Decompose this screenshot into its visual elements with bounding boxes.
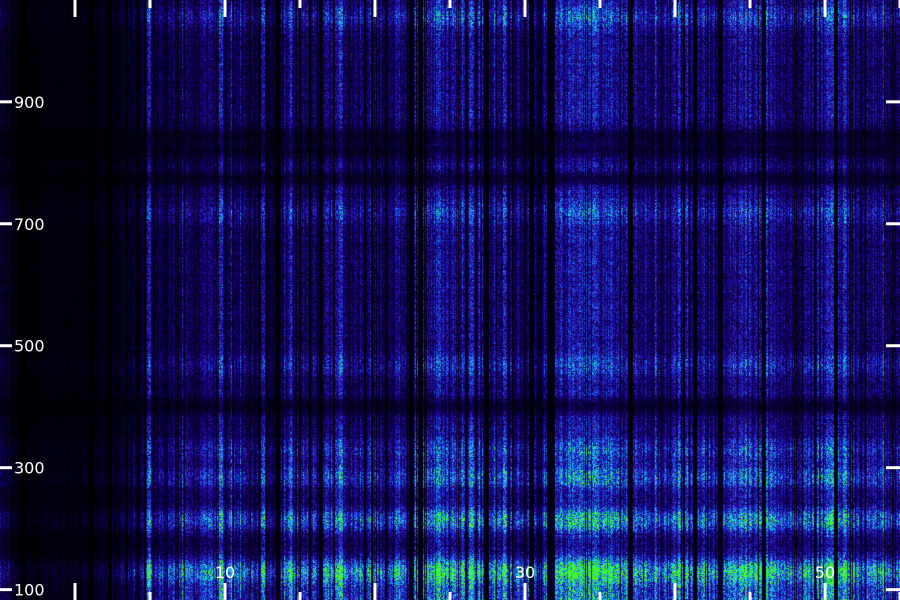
y-tick-label: 300 <box>14 459 45 478</box>
x-tick-label: 10 <box>215 563 235 582</box>
y-tick-label: 500 <box>14 337 45 356</box>
x-tick-label: 30 <box>515 563 535 582</box>
y-tick-label: 900 <box>14 93 45 112</box>
y-tick-label: 100 <box>14 581 45 600</box>
y-tick-label: 700 <box>14 215 45 234</box>
tick-labels: 10 30 50 100 300 500 700 900 <box>14 93 835 600</box>
y-axis-ticks <box>0 100 900 592</box>
x-axis-ticks <box>73 0 900 600</box>
x-tick-label: 50 <box>815 563 835 582</box>
axis-overlay: 10 30 50 100 300 500 700 900 <box>0 0 900 600</box>
